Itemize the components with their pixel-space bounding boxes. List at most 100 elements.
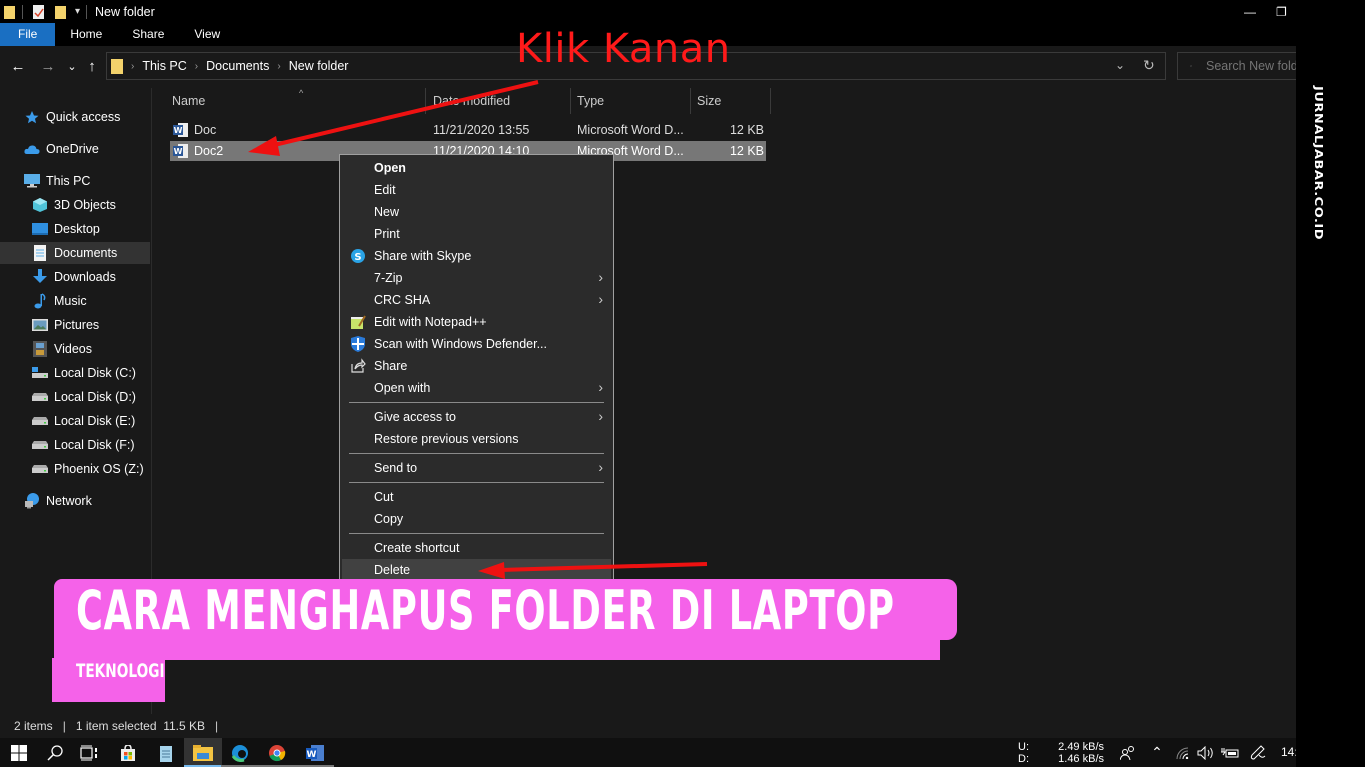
- menu-item-restore-previous-versions[interactable]: Restore previous versions: [342, 428, 611, 450]
- customize-toolbar-icon[interactable]: ▾: [75, 6, 80, 17]
- menu-item-give-access-to[interactable]: Give access to ›: [342, 406, 611, 428]
- sidebar-item-this-pc[interactable]: This PC: [0, 170, 150, 192]
- menu-item-new[interactable]: New: [342, 201, 611, 223]
- sidebar-item-documents[interactable]: Documents: [0, 242, 150, 264]
- forward-button[interactable]: →: [40, 59, 56, 75]
- volume-button[interactable]: [1195, 738, 1217, 767]
- sidebar-item-local-disk-e[interactable]: Local Disk (E:): [0, 410, 150, 432]
- skype-icon: S: [351, 249, 365, 263]
- drive-icon: [32, 365, 48, 381]
- taskbar-app-word[interactable]: W: [296, 738, 334, 767]
- column-header-size[interactable]: Size: [691, 88, 771, 114]
- search-input[interactable]: [1206, 59, 1296, 73]
- side-watermark: JURNALJABAR.CO.ID: [1312, 86, 1324, 241]
- sidebar-item-local-disk-c[interactable]: Local Disk (C:): [0, 362, 150, 384]
- tab-file[interactable]: File: [0, 23, 56, 46]
- breadcrumb-new-folder[interactable]: New folder: [289, 59, 349, 73]
- taskbar-app-file-explorer[interactable]: [184, 738, 222, 767]
- sort-ascending-icon: ^: [299, 88, 304, 98]
- menu-item-label: Cut: [374, 490, 394, 504]
- taskbar: W U: D: 2.49 kB/s 1.46 kB/s ⌃ 14:: [0, 738, 1298, 767]
- cube-icon: [32, 197, 48, 213]
- edge-icon: [231, 744, 248, 762]
- address-dropdown-button[interactable]: ⌄: [1115, 58, 1125, 72]
- column-header-date-modified[interactable]: Date modified: [427, 88, 571, 114]
- menu-item-print[interactable]: Print: [342, 223, 611, 245]
- column-label: Name: [172, 94, 206, 108]
- tab-view[interactable]: View: [179, 23, 235, 46]
- search-box[interactable]: [1177, 52, 1296, 80]
- taskbar-app-chrome[interactable]: [258, 738, 296, 767]
- sidebar-item-desktop[interactable]: Desktop: [0, 218, 150, 240]
- menu-item-copy[interactable]: Copy: [342, 508, 611, 530]
- sidebar-item-local-disk-f[interactable]: Local Disk (F:): [0, 434, 150, 456]
- menu-item-label: Open: [374, 161, 406, 175]
- menu-item-open-with[interactable]: Open with ›: [342, 377, 611, 399]
- sidebar-item-3d-objects[interactable]: 3D Objects: [0, 194, 150, 216]
- start-button[interactable]: [0, 738, 38, 767]
- menu-item-crc-sha[interactable]: CRC SHA ›: [342, 289, 611, 311]
- sidebar-item-videos[interactable]: Videos: [0, 338, 150, 360]
- taskbar-search-button[interactable]: [36, 738, 74, 767]
- sidebar-item-local-disk-d[interactable]: Local Disk (D:): [0, 386, 150, 408]
- breadcrumb-separator: ›: [194, 60, 199, 72]
- sidebar-item-downloads[interactable]: Downloads: [0, 266, 150, 288]
- file-row-doc[interactable]: W Doc 11/21/2020 13:55 Microsoft Word D.…: [170, 120, 766, 140]
- menu-item-label: Edit: [374, 183, 396, 197]
- drive-icon: [32, 389, 48, 405]
- tab-home[interactable]: Home: [55, 23, 117, 46]
- breadcrumb-documents[interactable]: Documents: [206, 59, 269, 73]
- breadcrumb-this-pc[interactable]: This PC: [142, 59, 186, 73]
- taskbar-app-notepad[interactable]: [147, 738, 185, 767]
- network-status-button[interactable]: [1172, 738, 1194, 767]
- task-view-button[interactable]: [70, 738, 108, 767]
- up-button[interactable]: ↑: [84, 59, 100, 75]
- menu-item-share[interactable]: Share: [342, 355, 611, 377]
- menu-separator: [349, 482, 604, 483]
- tab-share[interactable]: Share: [117, 23, 179, 46]
- drive-icon: [32, 437, 48, 453]
- sidebar-item-onedrive[interactable]: OneDrive: [0, 138, 150, 160]
- people-button[interactable]: [1116, 738, 1140, 767]
- chrome-icon: [269, 744, 286, 761]
- show-hidden-icons-button[interactable]: ⌃: [1146, 738, 1168, 767]
- menu-item-cut[interactable]: Cut: [342, 486, 611, 508]
- sidebar-item-pictures[interactable]: Pictures: [0, 314, 150, 336]
- sidebar-item-quick-access[interactable]: Quick access: [0, 106, 150, 128]
- back-button[interactable]: ←: [10, 59, 26, 75]
- file-name: Doc: [194, 123, 217, 137]
- sidebar-item-phoenix-os-z[interactable]: Phoenix OS (Z:): [0, 458, 150, 480]
- desktop-icon: [32, 221, 48, 237]
- breadcrumb-separator: ›: [131, 60, 135, 72]
- properties-icon[interactable]: [33, 4, 45, 19]
- taskbar-app-store[interactable]: [109, 738, 147, 767]
- menu-item-edit[interactable]: Edit: [342, 179, 611, 201]
- minimize-button[interactable]: —: [1230, 0, 1270, 23]
- folder-icon: [4, 5, 15, 19]
- menu-item-label: Share: [374, 359, 408, 373]
- battery-button[interactable]: [1219, 738, 1241, 767]
- refresh-button[interactable]: ↻: [1143, 57, 1155, 74]
- sidebar-item-music[interactable]: Music: [0, 290, 150, 312]
- document-icon: [32, 245, 48, 261]
- sidebar-item-network[interactable]: Network: [0, 490, 150, 512]
- divider: [22, 4, 23, 19]
- maximize-button[interactable]: ❐: [1276, 0, 1296, 23]
- menu-item-share-with-skype[interactable]: S Share with Skype: [342, 245, 611, 267]
- menu-item-scan-with-defender[interactable]: Scan with Windows Defender...: [342, 333, 611, 355]
- menu-item-open[interactable]: Open: [342, 157, 611, 179]
- sidebar-item-label: This PC: [46, 174, 91, 188]
- column-header-type[interactable]: Type: [571, 88, 691, 114]
- column-header-name[interactable]: Name ^: [166, 88, 426, 114]
- submenu-arrow-icon: ›: [598, 459, 603, 475]
- pen-workspace-button[interactable]: [1247, 738, 1269, 767]
- taskbar-app-edge[interactable]: [221, 738, 259, 767]
- new-folder-icon[interactable]: [55, 5, 67, 19]
- defender-icon: [351, 336, 365, 352]
- menu-item-create-shortcut[interactable]: Create shortcut: [342, 537, 611, 559]
- menu-item-edit-with-notepadpp[interactable]: Edit with Notepad++: [342, 311, 611, 333]
- drive-icon: [32, 413, 48, 429]
- menu-item-7-zip[interactable]: 7-Zip ›: [342, 267, 611, 289]
- menu-item-send-to[interactable]: Send to ›: [342, 457, 611, 479]
- recent-locations-button[interactable]: ⌄: [64, 59, 80, 75]
